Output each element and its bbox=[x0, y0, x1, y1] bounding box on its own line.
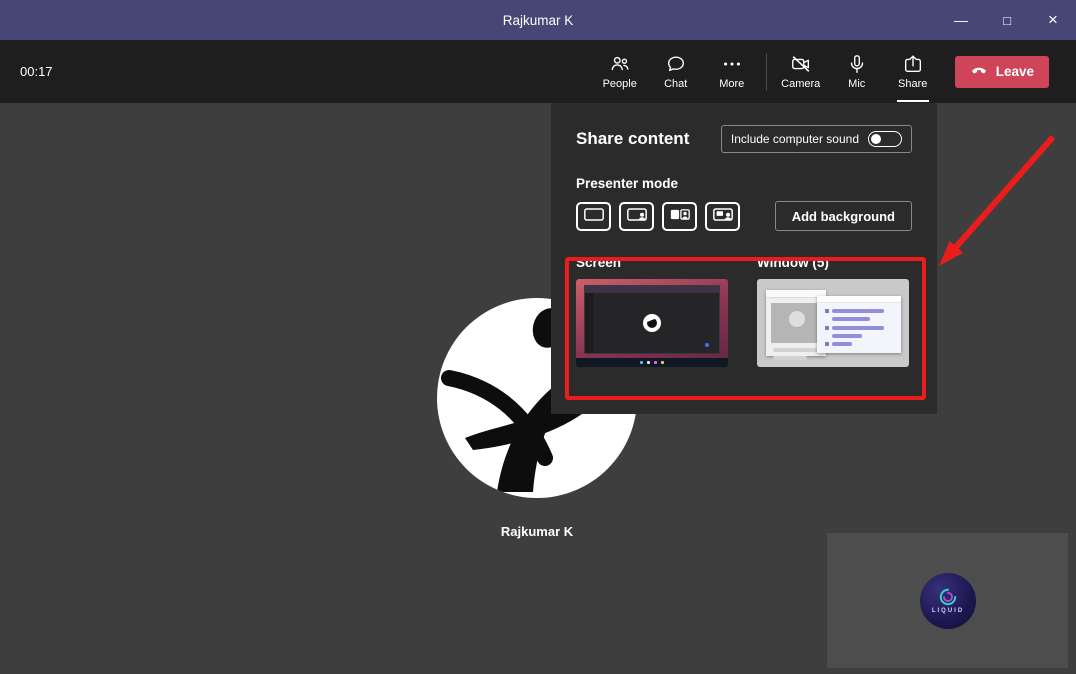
presenter-mode-content-only-button[interactable] bbox=[576, 201, 611, 231]
window-title: Rajkumar K bbox=[502, 12, 574, 28]
camera-label: Camera bbox=[781, 78, 821, 90]
window-thumb-front-window bbox=[817, 296, 901, 353]
people-button[interactable]: People bbox=[592, 47, 648, 97]
share-label: Share bbox=[898, 78, 928, 90]
close-button[interactable]: × bbox=[1030, 0, 1076, 40]
standout-icon bbox=[626, 207, 648, 225]
teams-meeting-window: Rajkumar K — □ × 00:17 People Chat More … bbox=[0, 0, 1076, 674]
share-button[interactable]: Share bbox=[885, 47, 941, 102]
add-background-button[interactable]: Add background bbox=[774, 201, 912, 231]
more-button[interactable]: More bbox=[704, 47, 760, 97]
people-label: People bbox=[602, 78, 637, 90]
content-only-icon bbox=[583, 207, 605, 225]
leave-button[interactable]: Leave bbox=[954, 55, 1049, 88]
toolbar-divider bbox=[765, 52, 767, 91]
chat-icon bbox=[665, 53, 687, 75]
mic-button[interactable]: Mic bbox=[829, 47, 885, 97]
meeting-toolbar: 00:17 People Chat More Camera Mic Share … bbox=[0, 40, 1076, 103]
screen-share-thumbnail[interactable] bbox=[576, 279, 728, 367]
screen-thumb-logo bbox=[643, 314, 661, 332]
participant-name-label: Rajkumar K bbox=[500, 524, 574, 539]
share-panel-header: Share content Include computer sound bbox=[576, 125, 912, 153]
toggle-knob bbox=[871, 134, 881, 144]
people-icon bbox=[609, 53, 631, 75]
mic-label: Mic bbox=[848, 78, 866, 90]
include-computer-sound-label: Include computer sound bbox=[730, 132, 859, 146]
share-panel-title: Share content bbox=[576, 129, 690, 148]
presenter-mode-label: Presenter mode bbox=[576, 176, 679, 191]
window-section-label: Window (5) bbox=[757, 255, 829, 270]
minimize-button[interactable]: — bbox=[938, 0, 984, 40]
leave-label: Leave bbox=[995, 64, 1034, 79]
meeting-timer: 00:17 bbox=[20, 64, 53, 79]
title-bar: Rajkumar K — □ × bbox=[0, 0, 1076, 40]
screen-section-label: Screen bbox=[576, 255, 622, 270]
mic-icon bbox=[846, 53, 868, 75]
share-icon bbox=[902, 53, 924, 75]
window-share-thumbnail[interactable] bbox=[757, 279, 909, 367]
hang-up-icon bbox=[970, 61, 988, 82]
side-by-side-icon bbox=[669, 207, 691, 225]
chat-button[interactable]: Chat bbox=[648, 47, 704, 97]
share-section-labels: Screen Window (5) bbox=[576, 255, 912, 270]
presenter-mode-row: Add background bbox=[576, 201, 912, 231]
share-thumbnails-row bbox=[576, 279, 912, 367]
liquid-swirl-icon bbox=[939, 588, 957, 606]
presenter-mode-standout-button[interactable] bbox=[619, 201, 654, 231]
liquid-logo-text: LIQUID bbox=[931, 608, 965, 614]
toggle-switch[interactable] bbox=[868, 131, 902, 147]
window-controls: — □ × bbox=[938, 0, 1076, 40]
reporter-icon bbox=[712, 207, 734, 225]
presenter-mode-reporter-button[interactable] bbox=[705, 201, 740, 231]
share-content-panel: Share content Include computer sound Pre… bbox=[551, 103, 937, 414]
self-view-avatar: LIQUID bbox=[920, 573, 976, 629]
more-label: More bbox=[719, 78, 745, 90]
more-icon bbox=[721, 53, 743, 75]
presenter-mode-side-by-side-button[interactable] bbox=[662, 201, 697, 231]
screen-thumb-titlebar bbox=[585, 286, 719, 293]
screen-thumb-window bbox=[584, 285, 720, 354]
screen-thumb-dot bbox=[705, 343, 709, 347]
screen-thumb-sidebar bbox=[585, 293, 594, 353]
maximize-button[interactable]: □ bbox=[984, 0, 1030, 40]
camera-off-icon bbox=[790, 53, 812, 75]
include-computer-sound-toggle[interactable]: Include computer sound bbox=[720, 125, 912, 153]
screen-thumb-taskbar bbox=[576, 358, 728, 367]
chat-label: Chat bbox=[664, 78, 688, 90]
toolbar-actions: People Chat More Camera Mic Share Leave bbox=[592, 47, 1049, 102]
camera-button[interactable]: Camera bbox=[773, 47, 829, 97]
